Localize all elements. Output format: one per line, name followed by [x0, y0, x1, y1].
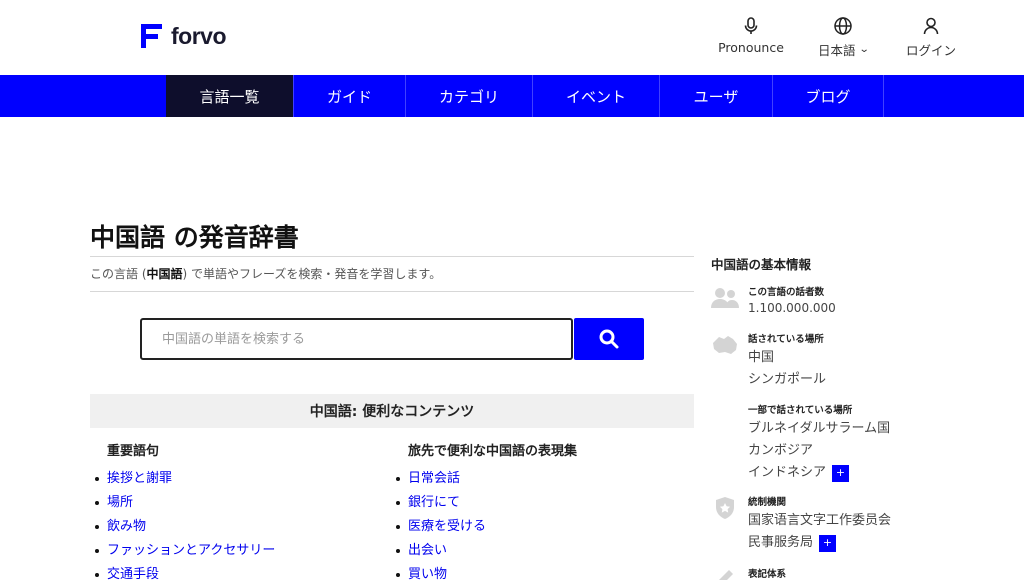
- list-item: 医療を受ける: [395, 519, 577, 535]
- link-shopping[interactable]: 買い物: [408, 567, 447, 580]
- nav-item-categories[interactable]: カテゴリ: [406, 75, 533, 117]
- list-item: ファッションとアクセサリー: [94, 543, 275, 559]
- link-places[interactable]: 場所: [107, 495, 133, 510]
- link-at-bank[interactable]: 銀行にて: [408, 495, 460, 510]
- list-item: 挨拶と謝罪: [94, 471, 275, 487]
- partly-spoken-value: ブルネイダルサラーム国: [748, 421, 891, 436]
- people-icon: [711, 288, 739, 308]
- spoken-in-block: 話されている場所 中国 シンガポール: [711, 331, 826, 391]
- map-icon: [713, 336, 737, 354]
- nav-item-blog[interactable]: ブログ: [773, 75, 884, 117]
- search-icon: [599, 329, 619, 349]
- key-phrases-title: 重要語句: [107, 444, 160, 459]
- login-label: ログイン: [905, 43, 956, 58]
- list-item: 場所: [94, 495, 275, 511]
- link-greetings[interactable]: 挨拶と謝罪: [107, 471, 172, 486]
- divider: [90, 256, 694, 257]
- link-meeting[interactable]: 出会い: [408, 543, 447, 558]
- partly-spoken-value: カンボジア: [748, 443, 814, 458]
- page-title: 中国語 の発音辞書: [90, 223, 299, 252]
- login-button[interactable]: ログイン: [900, 16, 962, 59]
- pronounce-button[interactable]: Pronounce: [718, 16, 784, 55]
- language-selector[interactable]: 日本語 ⌄: [808, 16, 878, 59]
- search-button[interactable]: [574, 318, 644, 360]
- chevron-down-icon: ⌄: [858, 44, 870, 55]
- list-item: 買い物: [395, 567, 577, 580]
- link-medical[interactable]: 医療を受ける: [408, 519, 486, 534]
- divider: [90, 291, 694, 292]
- nav-item-users[interactable]: ユーザ: [660, 75, 773, 117]
- writing-system-block: 表記体系: [711, 566, 786, 580]
- expand-plus-button[interactable]: +: [832, 464, 850, 482]
- link-daily-conversation[interactable]: 日常会話: [408, 471, 460, 486]
- user-icon: [923, 17, 939, 35]
- list-item: 出会い: [395, 543, 577, 559]
- regulator-block: 統制機関 国家语言文字工作委员会 民事服务局 +: [711, 494, 891, 554]
- speakers-block: この言語の話者数 1.100.000.000: [711, 284, 836, 316]
- link-fashion[interactable]: ファッションとアクセサリー: [107, 543, 275, 558]
- regulator-value: 国家语言文字工作委员会: [748, 513, 892, 528]
- forvo-logo[interactable]: forvo: [138, 22, 227, 50]
- expand-plus-button[interactable]: +: [819, 534, 837, 552]
- microphone-icon: [744, 17, 758, 34]
- partly-spoken-block: 一部で話されている場所 ブルネイダルサラーム国 カンボジア インドネシア +: [711, 402, 890, 484]
- list-item: 銀行にて: [395, 495, 577, 511]
- forvo-logo-icon: [141, 24, 162, 48]
- list-item: 飲み物: [94, 519, 275, 535]
- nav-item-guide[interactable]: ガイド: [293, 75, 406, 117]
- subtitle-language: 中国語: [146, 267, 183, 281]
- link-transport[interactable]: 交通手段: [107, 567, 159, 580]
- page-subtitle: この言語 (中国語) で単語やフレーズを検索・発音を学習します。: [90, 267, 442, 281]
- key-phrases-column: 重要語句 挨拶と謝罪 場所 飲み物 ファッションとアクセサリー 交通手段: [94, 440, 275, 580]
- language-label: 日本語: [818, 43, 856, 58]
- pronounce-label: Pronounce: [718, 40, 784, 55]
- travel-phrases-title: 旅先で便利な中国語の表現集: [408, 444, 578, 459]
- main-nav: 言語一覧 ガイド カテゴリ イベント ユーザ ブログ: [0, 75, 1024, 117]
- spoken-in-value: 中国: [748, 350, 775, 365]
- logo-text: forvo: [171, 22, 227, 49]
- list-item: 交通手段: [94, 567, 275, 580]
- travel-phrases-column: 旅先で便利な中国語の表現集 日常会話 銀行にて 医療を受ける 出会い 買い物: [395, 440, 578, 580]
- pen-icon: [719, 570, 733, 580]
- speakers-label: この言語の話者数: [748, 287, 825, 298]
- useful-content-header: 中国語: 便利なコンテンツ: [90, 394, 694, 428]
- travel-phrases-list: 日常会話 銀行にて 医療を受ける 出会い 買い物: [395, 471, 577, 580]
- sidebar-title: 中国語の基本情報: [711, 257, 812, 272]
- globe-icon: [834, 17, 852, 35]
- regulator-label: 統制機関: [748, 497, 787, 508]
- speakers-value: 1.100.000.000: [748, 301, 836, 315]
- link-drinks[interactable]: 飲み物: [107, 519, 146, 534]
- shield-icon: [716, 497, 734, 519]
- spoken-in-label: 話されている場所: [748, 334, 824, 345]
- partly-spoken-value: インドネシア +: [748, 462, 890, 484]
- writing-system-label: 表記体系: [748, 569, 787, 580]
- partly-spoken-label: 一部で話されている場所: [748, 405, 853, 416]
- spoken-in-value: シンガポール: [748, 372, 827, 387]
- nav-item-events[interactable]: イベント: [533, 75, 660, 117]
- site-header: forvo Pronounce 日本語 ⌄ ログイン: [0, 0, 1024, 75]
- key-phrases-list: 挨拶と謝罪 場所 飲み物 ファッションとアクセサリー 交通手段: [94, 471, 275, 580]
- nav-item-languages[interactable]: 言語一覧: [166, 75, 293, 117]
- search-input[interactable]: [140, 318, 573, 360]
- regulator-value: 民事服务局 +: [748, 532, 891, 554]
- list-item: 日常会話: [395, 471, 577, 487]
